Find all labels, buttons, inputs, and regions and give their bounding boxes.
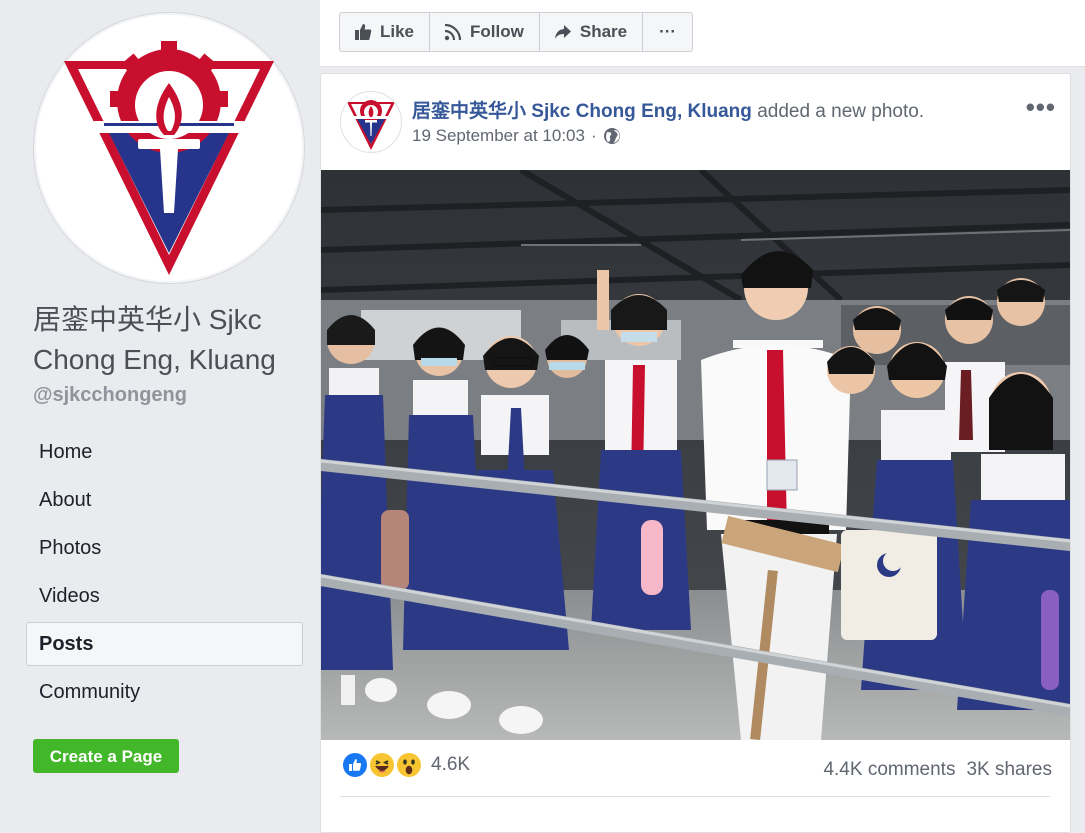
wow-reaction-icon — [394, 750, 424, 780]
post-card: 居銮中英华小 Sjkc Chong Eng, Kluang added a ne… — [320, 73, 1071, 833]
more-options-button[interactable]: ··· — [643, 13, 692, 51]
nav-item-videos[interactable]: Videos — [26, 574, 303, 618]
nav-item-home[interactable]: Home — [26, 430, 303, 474]
action-button-group: Like Follow Share ··· — [339, 12, 694, 52]
page-profile-picture[interactable] — [33, 12, 305, 284]
left-column: 居銮中英华小 Sjkc Chong Eng, Kluang @sjkcchong… — [0, 0, 320, 800]
post-author-avatar[interactable] — [340, 91, 402, 153]
like-reaction-icon — [340, 750, 370, 780]
post-author-link[interactable]: 居銮中英华小 Sjkc Chong Eng, Kluang — [412, 101, 752, 122]
post-timestamp[interactable]: 19 September at 10:03 — [412, 126, 585, 146]
page-nav: Home About Photos Videos Posts Community — [26, 430, 303, 718]
follow-button-label: Follow — [470, 22, 524, 41]
nav-item-posts[interactable]: Posts — [26, 622, 303, 666]
rss-follow-icon — [444, 23, 462, 41]
nav-item-about[interactable]: About — [26, 478, 303, 522]
create-page-button[interactable]: Create a Page — [33, 739, 179, 773]
nav-item-community[interactable]: Community — [26, 670, 303, 714]
meta-separator: · — [590, 126, 597, 145]
page-name[interactable]: 居銮中英华小 Sjkc Chong Eng, Kluang — [33, 300, 313, 380]
group-photo-students — [321, 170, 1070, 740]
thumbs-up-icon — [355, 24, 372, 40]
share-arrow-icon — [554, 25, 571, 39]
haha-reaction-icon — [367, 750, 397, 780]
like-button-label: Like — [380, 22, 415, 41]
post-meta: 19 September at 10:03 · — [412, 126, 621, 146]
post-options-button[interactable]: ••• — [1026, 92, 1056, 123]
follow-button[interactable]: Follow — [430, 13, 540, 51]
reaction-summary[interactable]: 4.6K — [340, 750, 470, 780]
post-photo[interactable] — [321, 170, 1070, 740]
globe-icon[interactable] — [603, 127, 621, 145]
engagement-counts: 4.4K comments 3K shares — [823, 759, 1052, 781]
comments-count[interactable]: 4.4K comments — [823, 759, 955, 781]
page-action-bar: Like Follow Share ··· — [320, 0, 1085, 67]
post-title: 居銮中英华小 Sjkc Chong Eng, Kluang added a ne… — [412, 96, 924, 123]
page-handle: @sjkcchongeng — [33, 384, 187, 406]
share-button[interactable]: Share — [540, 13, 644, 51]
divider — [340, 796, 1050, 797]
post-action-text: added a new photo. — [757, 101, 925, 122]
school-logo — [64, 41, 274, 275]
share-button-label: Share — [579, 22, 628, 41]
like-button[interactable]: Like — [340, 13, 431, 51]
shares-count[interactable]: 3K shares — [966, 759, 1052, 781]
school-logo-small — [347, 100, 395, 150]
nav-item-photos[interactable]: Photos — [26, 526, 303, 570]
reaction-count[interactable]: 4.6K — [431, 754, 470, 776]
